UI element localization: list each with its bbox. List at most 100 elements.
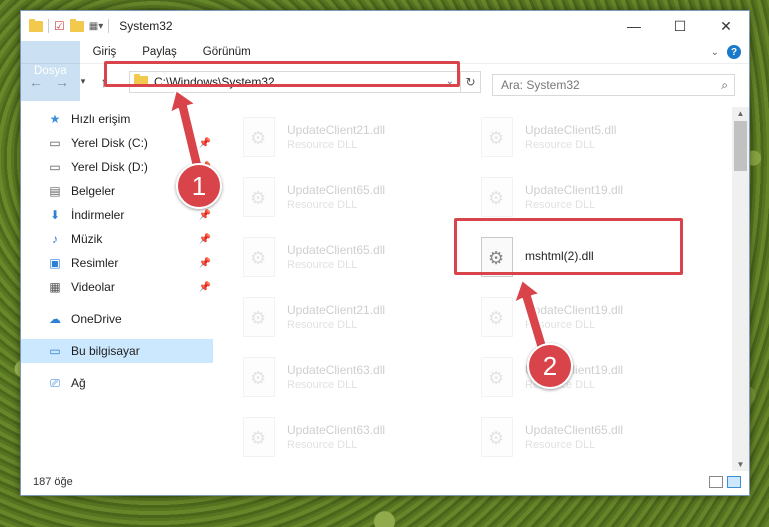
vertical-scrollbar[interactable]: ▲ ▼: [732, 107, 749, 471]
file-info: UpdateClient21.dll Resource DLL: [287, 303, 385, 331]
sidebar-item-music[interactable]: ♪ Müzik 📌: [21, 227, 213, 251]
file-type: Resource DLL: [525, 139, 596, 151]
file-item[interactable]: UpdateClient21.dll Resource DLL: [233, 287, 471, 347]
dll-file-icon: [243, 357, 275, 397]
file-name: UpdateClient63.dll: [287, 423, 386, 437]
file-info: UpdateClient65.dll Resource DLL: [287, 183, 385, 211]
file-item[interactable]: UpdateClient19.dllResource DLL: [471, 347, 709, 407]
videos-icon: ▦: [49, 280, 61, 294]
sidebar-item-quick-access[interactable]: ★ Hızlı erişim: [21, 107, 213, 131]
file-item[interactable]: UpdateClient21.dll Resource DLL: [233, 107, 471, 167]
search-box[interactable]: Ara: System32 ⌕: [492, 74, 735, 96]
large-icons-view-icon[interactable]: [727, 476, 741, 488]
file-type: Resource DLL: [525, 199, 596, 211]
file-item[interactable]: UpdateClient63.dll Resource DLL: [233, 407, 471, 467]
close-button[interactable]: ✕: [703, 11, 749, 41]
file-item[interactable]: UpdateClient65.dll Resource DLL: [233, 227, 471, 287]
file-info: UpdateClient19.dll Resource DLL: [525, 183, 623, 211]
toolbar-separator: [48, 19, 49, 33]
customize-toolbar-icon[interactable]: ▦▾: [89, 21, 103, 32]
maximize-button[interactable]: ☐: [657, 11, 703, 41]
scroll-up-icon[interactable]: ▲: [732, 109, 749, 118]
tab-share[interactable]: Paylaş: [129, 41, 190, 63]
file-item[interactable]: UpdateClient65.dll Resource DLL: [471, 407, 709, 467]
file-type: Resource DLL: [525, 439, 596, 451]
pictures-icon: ▣: [49, 256, 61, 270]
sidebar-item-videos[interactable]: ▦ Videolar 📌: [21, 275, 213, 299]
file-item[interactable]: UpdateClient5.dll Resource DLL: [471, 107, 709, 167]
sidebar-item-pictures[interactable]: ▣ Resimler 📌: [21, 251, 213, 275]
file-name: UpdateClient65.dll: [525, 423, 624, 437]
dll-file-icon: [481, 297, 513, 337]
properties-icon[interactable]: ☑: [54, 19, 65, 33]
drive-icon: ▭: [49, 136, 61, 150]
pin-icon: 📌: [198, 233, 211, 245]
file-item[interactable]: UpdateClient19.dllResource DLL: [471, 287, 709, 347]
ribbon-right: ⌄ ?: [711, 41, 749, 63]
sidebar-item-label: Hızlı erişim: [71, 112, 131, 126]
dll-file-icon: [481, 357, 513, 397]
file-name: UpdateClient5.dll: [525, 123, 617, 137]
file-item[interactable]: UpdateClient65.dll Resource DLL: [233, 167, 471, 227]
new-folder-icon[interactable]: [69, 18, 84, 32]
pin-icon: 📌: [198, 257, 211, 269]
download-icon: ⬇: [49, 208, 61, 222]
sidebar-item-label: Yerel Disk (C:): [71, 136, 148, 150]
title-bar: ☑ ▦▾ System32 — ☐ ✕: [21, 11, 749, 41]
file-name: UpdateClient65.dll: [287, 183, 386, 197]
tab-file[interactable]: Dosya: [21, 41, 80, 101]
status-bar: 187 öğe: [21, 469, 749, 495]
sidebar-item-label: İndirmeler: [71, 208, 125, 222]
file-type: Resource DLL: [287, 199, 358, 211]
file-name: UpdateClient21.dll: [287, 123, 386, 137]
search-placeholder: Ara: System32: [501, 78, 580, 92]
folder-icon: [29, 18, 43, 32]
computer-icon: ▭: [49, 344, 61, 358]
sidebar-item-label: Müzik: [71, 232, 103, 246]
sidebar-item-label: Videolar: [71, 280, 115, 294]
file-type: Resource DLL: [287, 379, 358, 391]
pin-icon: 📌: [198, 137, 211, 149]
file-item[interactable]: UpdateClient63.dll Resource DLL: [233, 347, 471, 407]
dll-file-icon: [481, 177, 513, 217]
file-type: Resource DLL: [287, 259, 358, 271]
sidebar-item-onedrive[interactable]: ☁ OneDrive: [21, 307, 213, 331]
ribbon-tabs: Dosya Giriş Paylaş Görünüm ⌄ ?: [21, 41, 749, 101]
navigation-pane: ★ Hızlı erişim ▭ Yerel Disk (C:) 📌 ▭ Yer…: [21, 107, 213, 467]
sidebar-item-label: Ağ: [71, 376, 86, 390]
expand-ribbon-icon[interactable]: ⌄: [711, 47, 719, 58]
sidebar-item-network[interactable]: ⎚ Ağ: [21, 371, 213, 395]
drive-icon: ▭: [49, 160, 61, 174]
minimize-button[interactable]: —: [611, 11, 657, 41]
dll-file-icon: [481, 117, 513, 157]
tab-home[interactable]: Giriş: [80, 41, 130, 63]
sidebar-item-this-pc[interactable]: ▭ Bu bilgisayar: [21, 339, 213, 363]
tab-view[interactable]: Görünüm: [190, 41, 264, 63]
view-toggle: [709, 476, 741, 488]
file-info: UpdateClient21.dll Resource DLL: [287, 123, 385, 151]
scroll-thumb[interactable]: [734, 121, 747, 171]
help-icon[interactable]: ?: [727, 45, 741, 59]
dll-file-icon: [481, 417, 513, 457]
file-type: Resource DLL: [287, 319, 358, 331]
sidebar-item-drive-c[interactable]: ▭ Yerel Disk (C:) 📌: [21, 131, 213, 155]
refresh-icon[interactable]: ↻: [460, 71, 480, 92]
documents-icon: ▤: [49, 184, 61, 198]
star-icon: ★: [49, 112, 61, 126]
search-icon[interactable]: ⌕: [721, 78, 728, 93]
scroll-down-icon[interactable]: ▼: [732, 460, 749, 469]
sidebar-item-label: OneDrive: [71, 312, 122, 326]
step-badge-2: 2: [527, 343, 573, 389]
file-name: UpdateClient19.dll: [525, 183, 624, 197]
file-info: UpdateClient63.dll Resource DLL: [287, 363, 385, 391]
details-view-icon[interactable]: [709, 476, 723, 488]
quick-access-toolbar: ☑ ▦▾: [29, 18, 110, 33]
file-grid: UpdateClient21.dllResource DLLUpdateClie…: [233, 107, 733, 467]
toolbar-separator: [108, 19, 110, 33]
file-name: UpdateClient65.dll: [287, 243, 386, 257]
music-icon: ♪: [52, 232, 58, 246]
sidebar-item-label: Belgeler: [71, 184, 116, 198]
file-type: Resource DLL: [287, 439, 358, 451]
sidebar-item-label: Yerel Disk (D:): [71, 160, 148, 174]
sidebar-item-downloads[interactable]: ⬇ İndirmeler 📌: [21, 203, 213, 227]
